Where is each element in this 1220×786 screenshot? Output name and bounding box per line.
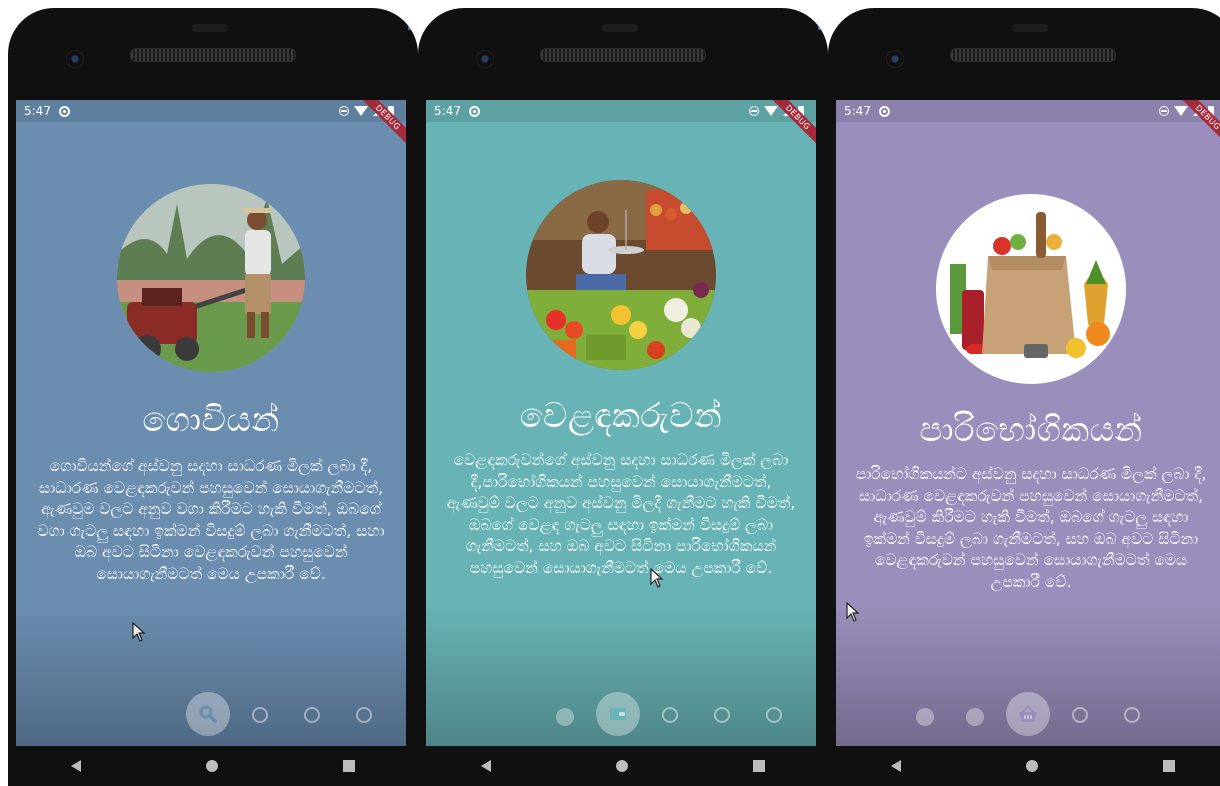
page-indicator — [426, 692, 816, 738]
page-title: ගොවියන් — [142, 400, 280, 440]
wallet-icon — [610, 708, 626, 720]
page-dot-active[interactable] — [596, 692, 640, 736]
home-icon[interactable] — [205, 760, 218, 772]
page-description: වෙළඳකරුවන්ගේ අස්වනු සදහා සාධරණ මිලක් ලබා… — [446, 451, 796, 577]
page-dot[interactable] — [356, 707, 372, 723]
page-title: වෙළඳකරුවන් — [519, 396, 723, 436]
back-icon[interactable] — [480, 760, 491, 772]
status-bar: 5:47 — [16, 100, 406, 122]
front-camera — [886, 50, 904, 68]
grocery-bag-photo — [936, 194, 1126, 384]
do-not-disturb-icon — [339, 106, 349, 116]
recent-apps-icon[interactable] — [1163, 760, 1176, 772]
status-time: 5:47 — [24, 104, 51, 118]
page-title: පාරිභෝගිකයන් — [919, 410, 1143, 450]
earpiece-speaker — [540, 48, 706, 62]
page-dot[interactable] — [662, 707, 678, 723]
page-dot[interactable] — [714, 707, 730, 723]
proximity-sensor — [1012, 24, 1048, 32]
system-nav-bar — [8, 746, 418, 786]
home-icon[interactable] — [1025, 760, 1038, 772]
page-dot-active[interactable] — [186, 692, 230, 736]
do-not-disturb-icon — [1159, 106, 1169, 116]
status-time: 5:47 — [844, 104, 871, 118]
back-icon[interactable] — [890, 760, 901, 772]
phone-frame-3: 5:47 DEBUG පාරිභෝගිකයන් පාරිභෝගිකයන්ට අස… — [828, 8, 1220, 786]
system-nav-bar — [828, 746, 1220, 786]
proximity-sensor — [192, 24, 228, 32]
vegetable-vendor-photo — [526, 180, 716, 370]
system-nav-bar — [418, 746, 828, 786]
app-notification-icon — [878, 105, 890, 117]
mouse-cursor-icon — [650, 568, 664, 588]
page-dot-visited[interactable] — [556, 708, 574, 726]
proximity-sensor — [602, 24, 638, 32]
home-icon[interactable] — [615, 760, 628, 772]
phone-frame-2: 5:47 DEBUG වෙළඳකරුවන් වෙළඳකරුවන්ගේ අස්වන… — [418, 8, 828, 786]
page-dot[interactable] — [252, 707, 268, 723]
status-bar: 5:47 — [426, 100, 816, 122]
search-icon — [199, 705, 217, 723]
page-dot[interactable] — [766, 707, 782, 723]
app-notification-icon — [468, 105, 480, 117]
back-icon[interactable] — [70, 760, 81, 772]
farmer-tilling-photo — [117, 184, 305, 372]
basket-icon — [1019, 704, 1037, 722]
page-indicator — [836, 692, 1220, 738]
page-description: පාරිභෝගිකයන්ට අස්වනු සදහා සාධරණ මිලක් ලබ… — [855, 465, 1207, 591]
page-dot[interactable] — [1124, 707, 1140, 723]
onboarding-screen-consumers[interactable]: 5:47 DEBUG පාරිභෝගිකයන් පාරිභෝගිකයන්ට අස… — [836, 100, 1220, 746]
earpiece-speaker — [950, 48, 1116, 62]
status-time: 5:47 — [434, 104, 461, 118]
page-description: ගොවියන්ගේ අස්වනු සදහා සාධරණ මිලක් ලබා දී… — [37, 457, 385, 583]
front-camera — [476, 50, 494, 68]
page-dot-visited[interactable] — [916, 708, 934, 726]
recent-apps-icon[interactable] — [753, 760, 766, 772]
app-notification-icon — [58, 105, 70, 117]
onboarding-screen-traders[interactable]: 5:47 DEBUG වෙළඳකරුවන් වෙළඳකරුවන්ගේ අස්වන… — [426, 100, 816, 746]
page-dot[interactable] — [1072, 707, 1088, 723]
wifi-icon — [1174, 106, 1188, 116]
page-dot-active[interactable] — [1006, 692, 1050, 736]
page-dot-visited[interactable] — [966, 708, 984, 726]
page-indicator — [16, 692, 406, 738]
wifi-icon — [354, 106, 368, 116]
recent-apps-icon[interactable] — [343, 760, 356, 772]
front-camera — [66, 50, 84, 68]
earpiece-speaker — [130, 48, 296, 62]
status-bar: 5:47 — [836, 100, 1220, 122]
onboarding-screen-farmers[interactable]: 5:47 DEBUG ගොවියන් ගොවියන්ගේ අස්වනු සදහා… — [16, 100, 406, 746]
page-dot[interactable] — [304, 707, 320, 723]
wifi-icon — [764, 106, 778, 116]
phone-frame-1: 5:47 DEBUG ගොවියන් ගොවියන්ගේ අස්වනු සදහා… — [8, 8, 418, 786]
do-not-disturb-icon — [749, 106, 759, 116]
